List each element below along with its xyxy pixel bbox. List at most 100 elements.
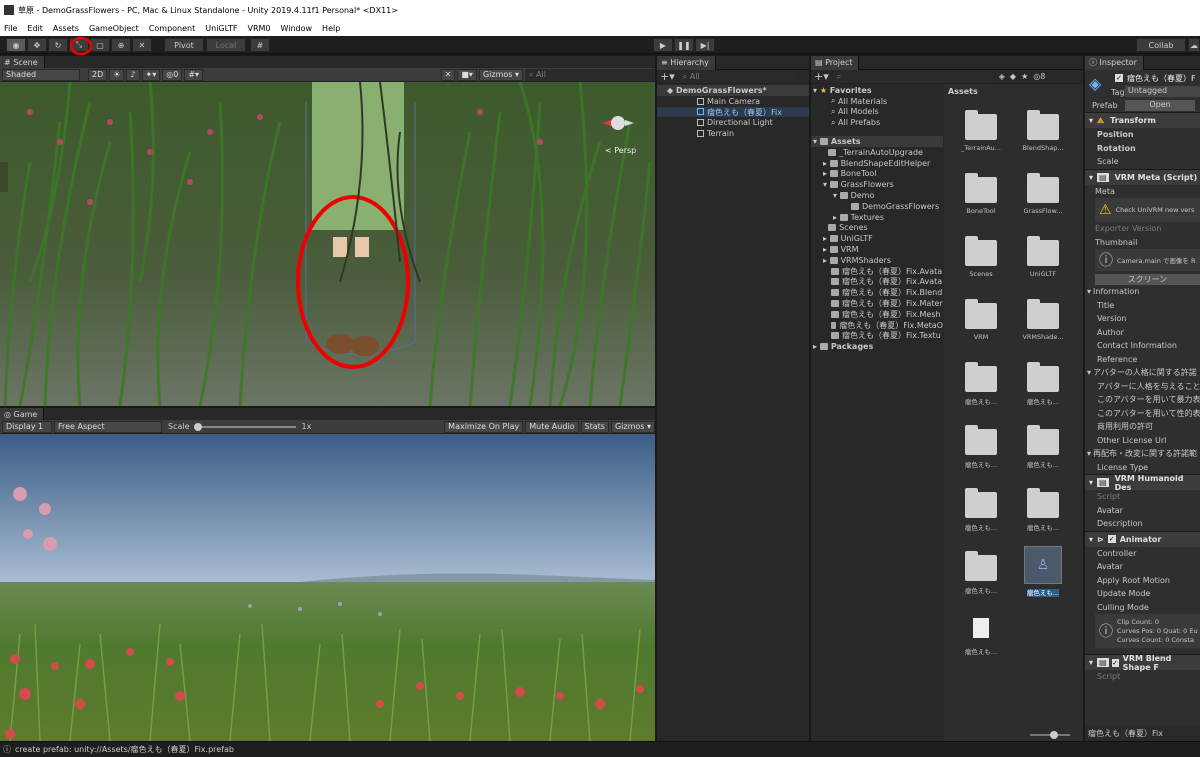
- avatar-permission-foldout[interactable]: ▾ アバターの人格に関する許諾: [1085, 366, 1200, 380]
- mute-audio-toggle[interactable]: Mute Audio: [525, 420, 579, 433]
- scene-view[interactable]: < Persp: [0, 82, 655, 406]
- asset-folder[interactable]: GrassFlow...: [1019, 173, 1067, 215]
- tree-item[interactable]: 瘤色えも（春夏）Fix.Textu: [811, 331, 943, 342]
- screenshot-button[interactable]: スクリーン: [1095, 274, 1200, 285]
- asset-folder[interactable]: 瘤色えも...: [957, 488, 1005, 532]
- hierarchy-search-input[interactable]: ⌕ All: [678, 70, 797, 83]
- active-checkbox[interactable]: ✓: [1115, 74, 1123, 82]
- create-plus-icon[interactable]: +▾: [660, 70, 675, 83]
- rotate-tool-button[interactable]: ↻: [48, 38, 68, 52]
- asset-folder[interactable]: 瘤色えも...: [957, 362, 1005, 406]
- filter-label-icon[interactable]: ◆: [1010, 72, 1016, 81]
- tree-item[interactable]: 瘤色えも（春夏）Fix.Avata: [811, 277, 943, 288]
- tree-item[interactable]: 瘤色えも（春夏）Fix.Blend: [811, 287, 943, 298]
- hidden-packages-icon[interactable]: ◎: [1033, 72, 1040, 81]
- hierarchy-scene-row[interactable]: ◆ DemoGrassFlowers*: [657, 85, 809, 96]
- favorite-item[interactable]: ⌕ All Prefabs: [811, 117, 943, 128]
- hierarchy-item[interactable]: Directional Light: [657, 117, 809, 128]
- menu-vrm0[interactable]: VRM0: [247, 24, 270, 33]
- tree-item[interactable]: ▸ BoneTool: [811, 169, 943, 180]
- tab-inspector[interactable]: ⓘ Inspector: [1085, 56, 1144, 70]
- vrm-meta-header[interactable]: ▾ ▤ VRM Meta (Script): [1085, 168, 1200, 185]
- hidden-objects-toggle[interactable]: ◎ 0: [162, 68, 183, 81]
- transform-tool-button[interactable]: ⊕: [111, 38, 131, 52]
- lighting-toggle[interactable]: ☀: [109, 68, 125, 81]
- asset-folder[interactable]: 瘤色えも...: [1019, 488, 1067, 532]
- tab-hierarchy[interactable]: ≡ Hierarchy: [657, 55, 716, 70]
- scene-tools-button[interactable]: ✕: [440, 68, 456, 81]
- stats-toggle[interactable]: Stats: [580, 420, 609, 433]
- scene-orientation-gizmo[interactable]: [598, 108, 638, 138]
- tree-item[interactable]: ▾ GrassFlowers: [811, 179, 943, 190]
- menu-edit[interactable]: Edit: [27, 24, 43, 33]
- asset-folder[interactable]: 瘤色えも...: [1019, 425, 1067, 469]
- tree-item[interactable]: ▸ VRM: [811, 244, 943, 255]
- camera-dropdown[interactable]: ■▾: [457, 68, 477, 81]
- play-button[interactable]: ▶: [653, 38, 673, 52]
- collab-button[interactable]: Collab: [1136, 38, 1186, 52]
- tree-item[interactable]: 瘤色えも（春夏）Fix.Mater: [811, 298, 943, 309]
- tree-item[interactable]: ▸ UniGLTF: [811, 233, 943, 244]
- object-name-field[interactable]: 瘤色えも（春夏）F: [1127, 73, 1196, 84]
- aspect-dropdown[interactable]: Free Aspect: [54, 420, 162, 433]
- menu-gameobject[interactable]: GameObject: [89, 24, 139, 33]
- menu-unigltf[interactable]: UniGLTF: [205, 24, 237, 33]
- 2d-toggle[interactable]: 2D: [88, 68, 108, 81]
- asset-folder[interactable]: Scenes: [957, 236, 1005, 278]
- tree-item[interactable]: _TerrainAutoUpgrade: [811, 147, 943, 158]
- tab-project[interactable]: ▤ Project: [811, 55, 860, 70]
- vrm-humanoid-header[interactable]: ▾ ▤ VRM Humanoid Des: [1085, 474, 1200, 492]
- information-foldout[interactable]: ▾ Information: [1085, 285, 1200, 299]
- asset-file[interactable]: 瘤色えも...: [957, 618, 1005, 656]
- scale-slider[interactable]: [193, 422, 296, 431]
- tree-item[interactable]: ▸ VRMShaders: [811, 255, 943, 266]
- tree-item[interactable]: ▸ Textures: [811, 212, 943, 223]
- menu-help[interactable]: Help: [322, 24, 340, 33]
- assets-root-row[interactable]: ▾ Assets: [811, 136, 943, 147]
- tree-item[interactable]: DemoGrassFlowers: [811, 201, 943, 212]
- animator-enabled-checkbox[interactable]: ✓: [1107, 535, 1116, 543]
- tree-item[interactable]: ▸ BlendShapeEditHelper: [811, 158, 943, 169]
- game-gizmos-dropdown[interactable]: Gizmos ▾: [610, 420, 655, 433]
- menu-file[interactable]: File: [4, 24, 17, 33]
- hierarchy-item[interactable]: Terrain: [657, 128, 809, 139]
- audio-toggle[interactable]: ♪: [126, 68, 140, 81]
- grid-dropdown[interactable]: #▾: [184, 68, 204, 81]
- tag-dropdown[interactable]: Untagged: [1125, 86, 1200, 97]
- maximize-on-play-toggle[interactable]: Maximize On Play: [444, 420, 524, 433]
- cloud-button[interactable]: ☁: [1188, 38, 1200, 52]
- view-tool-button[interactable]: ◉: [6, 38, 26, 52]
- tree-item[interactable]: 瘤色えも（春夏）Fix.MetaO: [811, 320, 943, 331]
- prefab-open-button[interactable]: Open: [1125, 100, 1195, 111]
- menu-window[interactable]: Window: [281, 24, 313, 33]
- filter-type-icon[interactable]: ◈: [999, 72, 1005, 81]
- local-toggle[interactable]: Local: [206, 38, 246, 52]
- asset-folder[interactable]: 瘤色えも...: [957, 425, 1005, 469]
- vrm-blendshape-header[interactable]: ▾ ▤ ✓ VRM Blend Shape F: [1085, 654, 1200, 672]
- tree-item[interactable]: 瘤色えも（春夏）Fix.Mesh: [811, 309, 943, 320]
- favorite-star-icon[interactable]: ★: [1021, 72, 1028, 81]
- project-search-input[interactable]: ⌕: [832, 70, 993, 83]
- transform-header[interactable]: ▾ ⟁ Transform: [1085, 112, 1200, 128]
- project-create-icon[interactable]: +▾: [814, 70, 829, 83]
- persp-label[interactable]: < Persp: [605, 146, 636, 155]
- menu-assets[interactable]: Assets: [53, 24, 79, 33]
- step-button[interactable]: ▶|: [695, 38, 715, 52]
- favorite-item[interactable]: ⌕ All Models: [811, 107, 943, 118]
- shading-mode-dropdown[interactable]: Shaded: [2, 68, 80, 81]
- hierarchy-item-selected[interactable]: 瘤色えも（春夏）Fix: [657, 106, 809, 118]
- asset-folder[interactable]: UniGLTF: [1019, 236, 1067, 278]
- scene-gizmos-dropdown[interactable]: Gizmos ▾: [478, 68, 523, 81]
- scene-search-input[interactable]: ⌕ All: [525, 68, 655, 81]
- asset-folder[interactable]: BoneTool: [957, 173, 1005, 215]
- custom-tool-button[interactable]: ✕: [132, 38, 152, 52]
- tree-item[interactable]: ▾ Demo: [811, 190, 943, 201]
- move-tool-button[interactable]: ✥: [27, 38, 47, 52]
- asset-folder[interactable]: _TerrainAu...: [957, 110, 1005, 152]
- asset-prefab-selected[interactable]: ♙ 瘤色えも...: [1019, 546, 1067, 597]
- redistribution-foldout[interactable]: ▾ 再配布・改変に関する許諾範: [1085, 447, 1200, 461]
- zoom-slider-handle[interactable]: [1050, 731, 1058, 739]
- animator-header[interactable]: ▾ ⊳ ✓ Animator: [1085, 530, 1200, 547]
- tree-item[interactable]: 瘤色えも（春夏）Fix.Avata: [811, 266, 943, 277]
- effects-dropdown[interactable]: ✦▾: [141, 68, 161, 81]
